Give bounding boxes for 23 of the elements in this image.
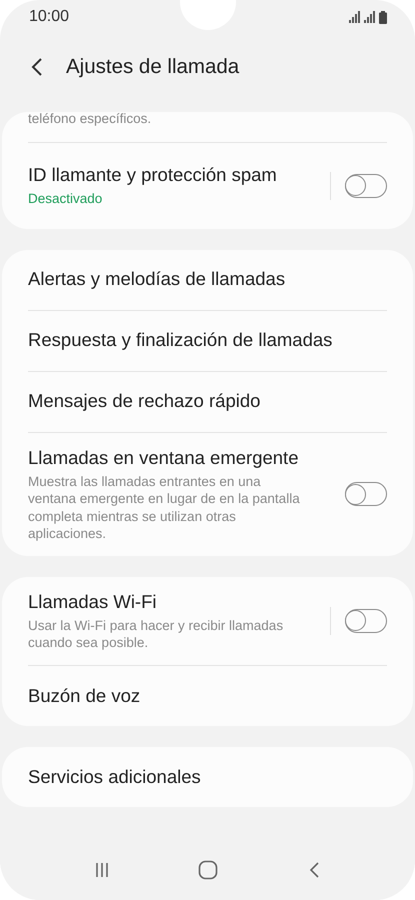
signal-icon (364, 11, 376, 23)
setting-description: Muestra las llamadas entrantes en una ventana emergente en lugar de en la pantalla completa mientras se utilizan otras aplicaciones. (28, 472, 300, 543)
setting-description: Desactivado (28, 190, 104, 208)
settings-item[interactable]: Buzón de voz (28, 664, 387, 726)
toggle-switch[interactable] (345, 174, 387, 198)
toggle-switch[interactable] (345, 482, 387, 506)
setting-title: Llamadas Wi-Fi (28, 590, 158, 614)
status-time: 10:00 (29, 8, 70, 26)
back-icon[interactable] (308, 861, 320, 879)
settings-item[interactable]: Respuesta y finalización de llamadas (28, 310, 387, 370)
toggle-switch[interactable] (345, 608, 387, 633)
signal-icon (349, 11, 361, 23)
page-title: Ajustes de llamada (66, 55, 240, 79)
setting-title: ID llamante y protección spam (28, 163, 278, 188)
setting-description: teléfono específicos. (28, 112, 152, 128)
settings-item[interactable]: Mensajes de rechazo rápido (28, 370, 387, 432)
battery-icon (379, 10, 387, 24)
recent-apps-icon[interactable] (94, 862, 109, 878)
settings-item[interactable]: Servicios adicionales (28, 746, 387, 807)
home-icon[interactable] (198, 860, 218, 880)
setting-title: Llamadas en ventana emergente (28, 446, 300, 470)
setting-description: Usar la Wi-Fi para hacer y recibir llamadas cuando sea posible. (28, 616, 284, 652)
settings-item[interactable]: Alertas y melodías de llamadas (28, 250, 387, 310)
